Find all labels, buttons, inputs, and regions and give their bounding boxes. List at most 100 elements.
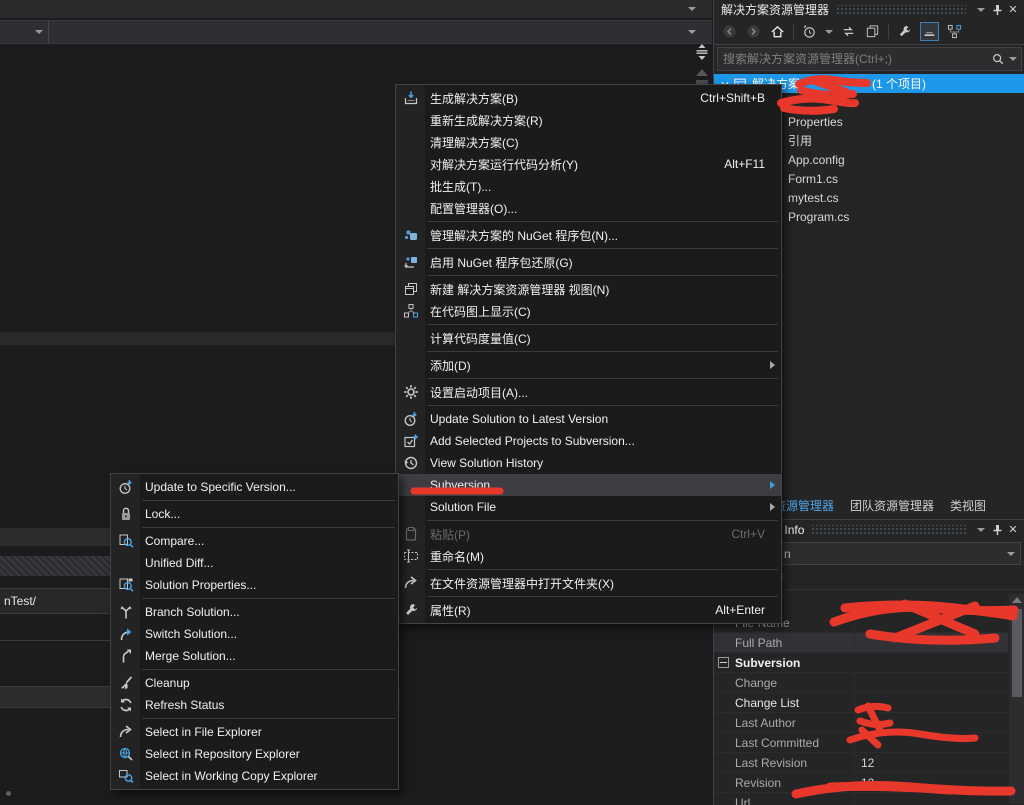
menu-separator xyxy=(427,351,778,352)
back-icon[interactable] xyxy=(721,23,738,40)
menu-separator xyxy=(142,500,395,501)
branch-icon xyxy=(111,604,140,620)
pending-changes-icon[interactable] xyxy=(801,23,818,40)
search-box[interactable] xyxy=(717,47,1022,71)
menu-item-update-solution-latest[interactable]: Update Solution to Latest Version xyxy=(396,408,781,430)
nuget-restore-icon xyxy=(396,254,425,270)
menu-separator xyxy=(427,405,778,406)
menu-item-update-to-specific-version[interactable]: Update to Specific Version... xyxy=(111,476,398,498)
menu-item-configuration-manager[interactable]: 配置管理器(O)... xyxy=(396,197,781,219)
panel-title-text: 解决方案资源管理器 xyxy=(721,1,829,18)
menu-separator xyxy=(142,718,395,719)
grid-row-subversion-section[interactable]: Subversion xyxy=(714,653,1008,673)
menu-item-switch-solution[interactable]: Switch Solution... xyxy=(111,623,398,645)
grid-row-last-committed[interactable]: Last Committed xyxy=(714,733,1008,753)
property-value xyxy=(854,613,1008,632)
home-icon[interactable] xyxy=(769,23,786,40)
scrollbar-up-arrow[interactable] xyxy=(696,69,708,76)
menu-item-set-startup-projects[interactable]: 设置启动项目(A)... xyxy=(396,381,781,403)
menu-separator xyxy=(427,324,778,325)
scrollbar-thumb[interactable] xyxy=(1012,609,1022,697)
menu-item-enable-nuget-restore[interactable]: 启用 NuGet 程序包还原(G) xyxy=(396,251,781,273)
menu-item-select-in-file-explorer[interactable]: Select in File Explorer xyxy=(111,721,398,743)
property-name: Url xyxy=(735,796,750,805)
solution-context-menu: 生成解决方案(B) Ctrl+Shift+B 重新生成解决方案(R) 清理解决方… xyxy=(395,84,782,624)
menu-item-new-solution-explorer-view[interactable]: 新建 解决方案资源管理器 视图(N) xyxy=(396,278,781,300)
window-position-menu-button[interactable] xyxy=(973,522,989,537)
grid-row-last-revision[interactable]: Last Revision 12 xyxy=(714,753,1008,773)
menu-item-solution-file[interactable]: Solution File xyxy=(396,496,781,518)
property-value xyxy=(854,653,1008,672)
tab-class-view[interactable]: 类视图 xyxy=(943,494,993,517)
path-fragment-text: nTest/ xyxy=(4,594,36,608)
grid-row-change-list[interactable]: Change List xyxy=(714,693,1008,713)
property-name: Last Author xyxy=(735,716,796,730)
editor-nav-dropdown[interactable] xyxy=(0,21,49,43)
menu-item-view-solution-history[interactable]: View Solution History xyxy=(396,452,781,474)
scrollbar-up-arrow[interactable] xyxy=(1012,597,1022,603)
solution-explorer-title-bar[interactable]: 解决方案资源管理器 ✕ xyxy=(714,0,1024,19)
menu-item-select-in-repository-explorer[interactable]: Select in Repository Explorer xyxy=(111,743,398,765)
editor-top-strip xyxy=(0,0,712,18)
menu-item-branch-solution[interactable]: Branch Solution... xyxy=(111,601,398,623)
menu-item-clean-solution[interactable]: 清理解决方案(C) xyxy=(396,131,781,153)
menu-item-manage-nuget[interactable]: 管理解决方案的 NuGet 程序包(N)... xyxy=(396,224,781,246)
menu-item-subversion[interactable]: Subversion xyxy=(396,474,781,496)
forward-icon[interactable] xyxy=(745,23,762,40)
pin-icon[interactable] xyxy=(989,2,1005,17)
menu-item-batch-build[interactable]: 批生成(T)... xyxy=(396,175,781,197)
search-icon[interactable] xyxy=(991,52,1005,66)
menu-item-calculate-code-metrics[interactable]: 计算代码度量值(C) xyxy=(396,327,781,349)
grid-row-change[interactable]: Change xyxy=(714,673,1008,693)
property-value xyxy=(854,793,1008,805)
menu-item-compare[interactable]: Compare... xyxy=(111,530,398,552)
menu-item-solution-properties[interactable]: Solution Properties... xyxy=(111,574,398,596)
property-name: Change List xyxy=(735,696,799,710)
switch-views-icon[interactable] xyxy=(946,23,963,40)
window-position-menu-button[interactable] xyxy=(973,2,989,17)
grid-row-full-path[interactable]: Full Path xyxy=(714,633,1008,653)
chevron-down-icon[interactable] xyxy=(1009,57,1017,61)
pin-icon[interactable] xyxy=(989,522,1005,537)
menu-item-add[interactable]: 添加(D) xyxy=(396,354,781,376)
properties-wrench-icon[interactable] xyxy=(896,23,913,40)
sync-icon[interactable] xyxy=(840,23,857,40)
submenu-arrow-icon xyxy=(765,361,775,369)
property-name: Full Path xyxy=(735,636,782,650)
grid-row-last-author[interactable]: Last Author xyxy=(714,713,1008,733)
grid-scrollbar[interactable] xyxy=(1009,594,1024,804)
preview-icon[interactable] xyxy=(864,23,881,40)
chevron-down-icon[interactable] xyxy=(825,30,833,34)
close-icon[interactable]: ✕ xyxy=(1005,522,1021,537)
menu-item-rename[interactable]: 重命名(M) xyxy=(396,545,781,567)
property-name: Last Revision xyxy=(735,756,807,770)
grid-row-revision[interactable]: Revision 12 xyxy=(714,773,1008,793)
chevron-down-icon[interactable] xyxy=(688,30,696,34)
search-input[interactable] xyxy=(718,52,991,66)
menu-item-select-in-working-copy-explorer[interactable]: Select in Working Copy Explorer xyxy=(111,765,398,787)
collapse-expander-icon[interactable] xyxy=(718,657,729,668)
menu-item-run-code-analysis[interactable]: 对解决方案运行代码分析(Y) Alt+F11 xyxy=(396,153,781,175)
solution-project-count: (1 个项目) xyxy=(872,75,926,92)
menu-item-properties[interactable]: 属性(R) Alt+Enter xyxy=(396,599,781,621)
menu-item-build-solution[interactable]: 生成解决方案(B) Ctrl+Shift+B xyxy=(396,87,781,109)
menu-item-refresh-status[interactable]: Refresh Status xyxy=(111,694,398,716)
chevron-down-icon[interactable] xyxy=(688,7,696,11)
menu-item-cleanup[interactable]: Cleanup xyxy=(111,672,398,694)
close-icon[interactable]: ✕ xyxy=(1005,2,1021,17)
menu-item-lock[interactable]: Lock... xyxy=(111,503,398,525)
menu-item-paste[interactable]: 粘贴(P) Ctrl+V xyxy=(396,523,781,545)
splitter-grip-icon[interactable] xyxy=(694,44,710,60)
grid-row-url[interactable]: Url xyxy=(714,793,1008,805)
menu-item-merge-solution[interactable]: Merge Solution... xyxy=(111,645,398,667)
title-drag-texture xyxy=(836,5,966,14)
toolbar-separator xyxy=(793,24,794,39)
wrench-icon xyxy=(396,602,425,618)
menu-item-rebuild-solution[interactable]: 重新生成解决方案(R) xyxy=(396,109,781,131)
menu-item-add-projects-to-subversion[interactable]: Add Selected Projects to Subversion... xyxy=(396,430,781,452)
menu-item-open-folder-in-file-explorer[interactable]: 在文件资源管理器中打开文件夹(X) xyxy=(396,572,781,594)
menu-item-show-on-code-map[interactable]: 在代码图上显示(C) xyxy=(396,300,781,322)
tab-team-explorer[interactable]: 团队资源管理器 xyxy=(843,494,941,517)
show-all-files-icon[interactable] xyxy=(920,22,939,41)
menu-item-unified-diff[interactable]: Unified Diff... xyxy=(111,552,398,574)
